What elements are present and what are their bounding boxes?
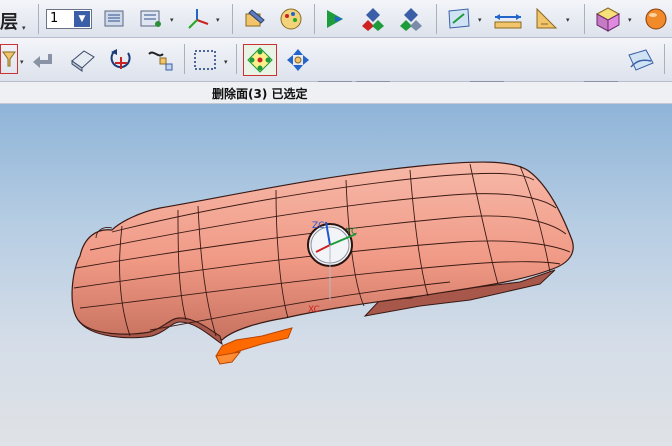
rectangle-select-button[interactable] xyxy=(190,45,220,75)
material-orange-button[interactable] xyxy=(640,4,672,34)
eraser-icon xyxy=(71,50,95,72)
display-color-button[interactable] xyxy=(276,4,306,34)
play-icon xyxy=(327,10,343,28)
show-hide-button[interactable] xyxy=(358,4,388,34)
layer-visible-button[interactable] xyxy=(136,4,166,34)
wcs-orient-button[interactable] xyxy=(182,4,212,34)
layer-select[interactable]: 1 ▼ xyxy=(46,9,92,29)
measure-distance-button[interactable] xyxy=(490,4,526,34)
separator xyxy=(184,44,185,74)
separator xyxy=(236,44,237,74)
select-filter-button[interactable] xyxy=(0,44,18,74)
wcs-xc-label: XC xyxy=(308,305,320,315)
undo-icon xyxy=(33,54,52,68)
model-canvas[interactable]: ZC YC XC xyxy=(0,104,672,446)
show-only-button[interactable] xyxy=(396,4,426,34)
separator xyxy=(232,4,233,34)
ruler-icon xyxy=(494,14,522,29)
separator xyxy=(436,4,437,34)
play-forward-button[interactable] xyxy=(320,4,350,34)
wcs-orient-arrow[interactable]: ▾ xyxy=(216,16,220,24)
layer-value: 1 xyxy=(50,11,59,26)
show-only-icon xyxy=(400,8,422,31)
layer-visible-icon xyxy=(140,10,161,27)
layer-visible-arrow[interactable]: ▾ xyxy=(170,16,174,24)
chevron-down-icon[interactable]: ▼ xyxy=(74,11,90,27)
separator xyxy=(584,4,585,34)
snap-points-button[interactable] xyxy=(243,44,277,76)
filter-icon xyxy=(2,51,16,67)
material-cube-arrow[interactable]: ▾ xyxy=(628,16,632,24)
angle-ruler-icon xyxy=(536,7,558,29)
erase-button[interactable] xyxy=(66,45,98,75)
graphics-viewport[interactable]: ZC YC XC xyxy=(0,104,672,446)
wcs-zc-label: ZC xyxy=(312,221,324,231)
rectangle-select-arrow[interactable]: ▾ xyxy=(224,58,228,66)
layer-settings-icon xyxy=(104,10,124,27)
select-filter-arrow[interactable]: ▾ xyxy=(20,58,24,66)
status-bar: 删除面(3) 已选定 xyxy=(0,82,672,104)
wcs-yc-label: YC xyxy=(345,227,357,237)
wcs-axis-icon xyxy=(188,9,209,29)
separator xyxy=(38,4,39,34)
edit-display-icon xyxy=(245,9,265,27)
point-target-icon xyxy=(110,49,131,69)
show-hide-icon xyxy=(362,8,384,31)
cube-icon xyxy=(595,7,621,32)
group-button[interactable] xyxy=(144,45,178,75)
move-button[interactable] xyxy=(282,44,314,76)
measure-angle-arrow[interactable]: ▾ xyxy=(566,16,570,24)
separator xyxy=(664,44,665,74)
layer-label-arrow[interactable]: ▾ xyxy=(22,24,26,32)
display-edit-button[interactable] xyxy=(240,4,270,34)
top-toolbar: 层 ▾ 1 ▼ ▾ ▾ ▾ ▾ ▾ xyxy=(0,0,672,38)
material-sphere-icon xyxy=(645,8,667,30)
material-cube-button[interactable] xyxy=(592,4,624,34)
separator xyxy=(314,4,315,34)
status-message: 删除面(3) 已选定 xyxy=(212,87,308,101)
layer-label: 层 xyxy=(0,12,18,33)
snap-points-icon xyxy=(247,47,273,73)
rectangle-select-icon xyxy=(194,50,216,70)
measure-angle-button[interactable] xyxy=(532,4,562,34)
refresh-view-button[interactable] xyxy=(624,45,658,77)
view-section-arrow[interactable]: ▾ xyxy=(478,16,482,24)
move-icon xyxy=(287,49,309,71)
view-section-button[interactable] xyxy=(444,4,474,34)
surface-point-icon xyxy=(628,49,654,71)
layer-settings-button[interactable] xyxy=(100,4,130,34)
snap-toolbar: ▾ ▾ xyxy=(0,38,672,115)
point-on-face-button[interactable] xyxy=(106,45,136,75)
undo-button[interactable] xyxy=(28,45,58,75)
section-view-icon xyxy=(448,8,470,29)
color-palette-icon xyxy=(280,8,302,30)
group-icon xyxy=(148,51,173,71)
